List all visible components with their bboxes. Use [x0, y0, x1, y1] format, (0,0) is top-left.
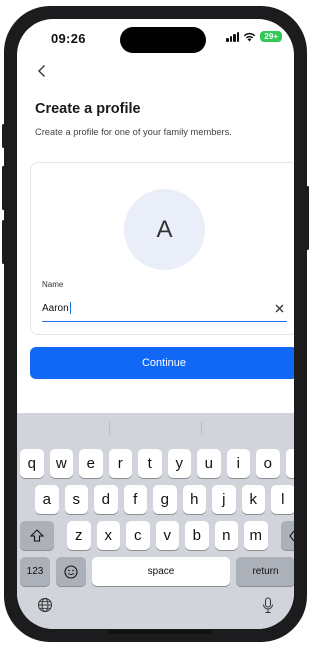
- key-l[interactable]: l: [271, 485, 294, 514]
- screen: 09:26 29+ Create a profile Create a prof…: [17, 19, 294, 629]
- cellular-signal-icon: [226, 31, 240, 42]
- return-key[interactable]: return: [236, 557, 294, 586]
- keyboard-row-3: z x c v b n m: [20, 521, 294, 550]
- avatar[interactable]: A: [124, 189, 205, 270]
- chevron-left-icon: [38, 65, 45, 77]
- keyboard-row-1: q w e r t y u i o p: [20, 449, 294, 478]
- key-u[interactable]: u: [197, 449, 221, 478]
- name-label: Name: [42, 280, 64, 289]
- continue-button[interactable]: Continue: [30, 347, 294, 379]
- shift-key[interactable]: [20, 521, 54, 550]
- keyboard-bottom-bar: [17, 593, 294, 629]
- key-e[interactable]: e: [79, 449, 103, 478]
- home-indicator[interactable]: [108, 630, 212, 634]
- key-q[interactable]: q: [20, 449, 44, 478]
- power-button: [306, 186, 309, 250]
- globe-icon: [38, 598, 52, 612]
- text-caret: [69, 302, 71, 314]
- clear-button[interactable]: [275, 301, 284, 316]
- numbers-key[interactable]: 123: [20, 557, 50, 586]
- backspace-icon: [288, 529, 294, 542]
- key-k[interactable]: k: [241, 485, 265, 514]
- key-c[interactable]: c: [126, 521, 150, 550]
- letter-keys: z x c v b n m: [67, 521, 268, 550]
- microphone-icon: [263, 597, 273, 613]
- keyboard-row-2: a s d f g h j k l: [35, 485, 294, 514]
- key-p[interactable]: p: [285, 449, 294, 478]
- phone-frame: 09:26 29+ Create a profile Create a prof…: [2, 6, 309, 642]
- close-icon: [275, 304, 284, 313]
- predictive-divider: [109, 422, 110, 435]
- keyboard-row-4: 123 space return: [20, 557, 294, 586]
- key-g[interactable]: g: [153, 485, 177, 514]
- key-h[interactable]: h: [182, 485, 206, 514]
- volume-down-button: [2, 220, 5, 264]
- volume-up-button: [2, 166, 5, 210]
- status-icons: 29+: [226, 31, 282, 42]
- page-title: Create a profile: [35, 101, 141, 117]
- action-button: [2, 124, 5, 148]
- globe-button[interactable]: [37, 597, 53, 616]
- name-value: Aaron: [42, 302, 69, 314]
- predictive-bar: [17, 413, 294, 443]
- keyboard: q w e r t y u i o p a s d f g h j k l: [17, 413, 294, 629]
- key-b[interactable]: b: [185, 521, 209, 550]
- key-t[interactable]: t: [138, 449, 162, 478]
- key-r[interactable]: r: [108, 449, 132, 478]
- dictation-button[interactable]: [262, 597, 274, 617]
- shift-icon: [30, 529, 44, 542]
- key-v[interactable]: v: [155, 521, 179, 550]
- key-y[interactable]: y: [167, 449, 191, 478]
- key-n[interactable]: n: [214, 521, 238, 550]
- space-key[interactable]: space: [92, 557, 230, 586]
- back-button[interactable]: [37, 61, 47, 84]
- emoji-key[interactable]: [56, 557, 86, 586]
- status-time: 09:26: [51, 31, 86, 46]
- delete-key[interactable]: [280, 521, 294, 550]
- key-f[interactable]: f: [123, 485, 147, 514]
- key-d[interactable]: d: [94, 485, 118, 514]
- key-x[interactable]: x: [96, 521, 120, 550]
- key-o[interactable]: o: [256, 449, 280, 478]
- page-subtitle: Create a profile for one of your family …: [35, 127, 232, 137]
- continue-label: Continue: [141, 357, 187, 369]
- key-j[interactable]: j: [212, 485, 236, 514]
- key-i[interactable]: i: [226, 449, 250, 478]
- avatar-initial: A: [156, 215, 173, 243]
- name-field[interactable]: Aaron: [42, 295, 287, 322]
- emoji-icon: [64, 564, 78, 579]
- dynamic-island: [120, 27, 206, 53]
- wifi-icon: [244, 32, 256, 41]
- key-m[interactable]: m: [244, 521, 268, 550]
- key-w[interactable]: w: [49, 449, 73, 478]
- key-s[interactable]: s: [64, 485, 88, 514]
- predictive-divider: [201, 422, 202, 435]
- profile-card: A Name Aaron: [30, 162, 294, 335]
- key-z[interactable]: z: [67, 521, 91, 550]
- battery-indicator: 29+: [260, 31, 282, 42]
- key-a[interactable]: a: [35, 485, 59, 514]
